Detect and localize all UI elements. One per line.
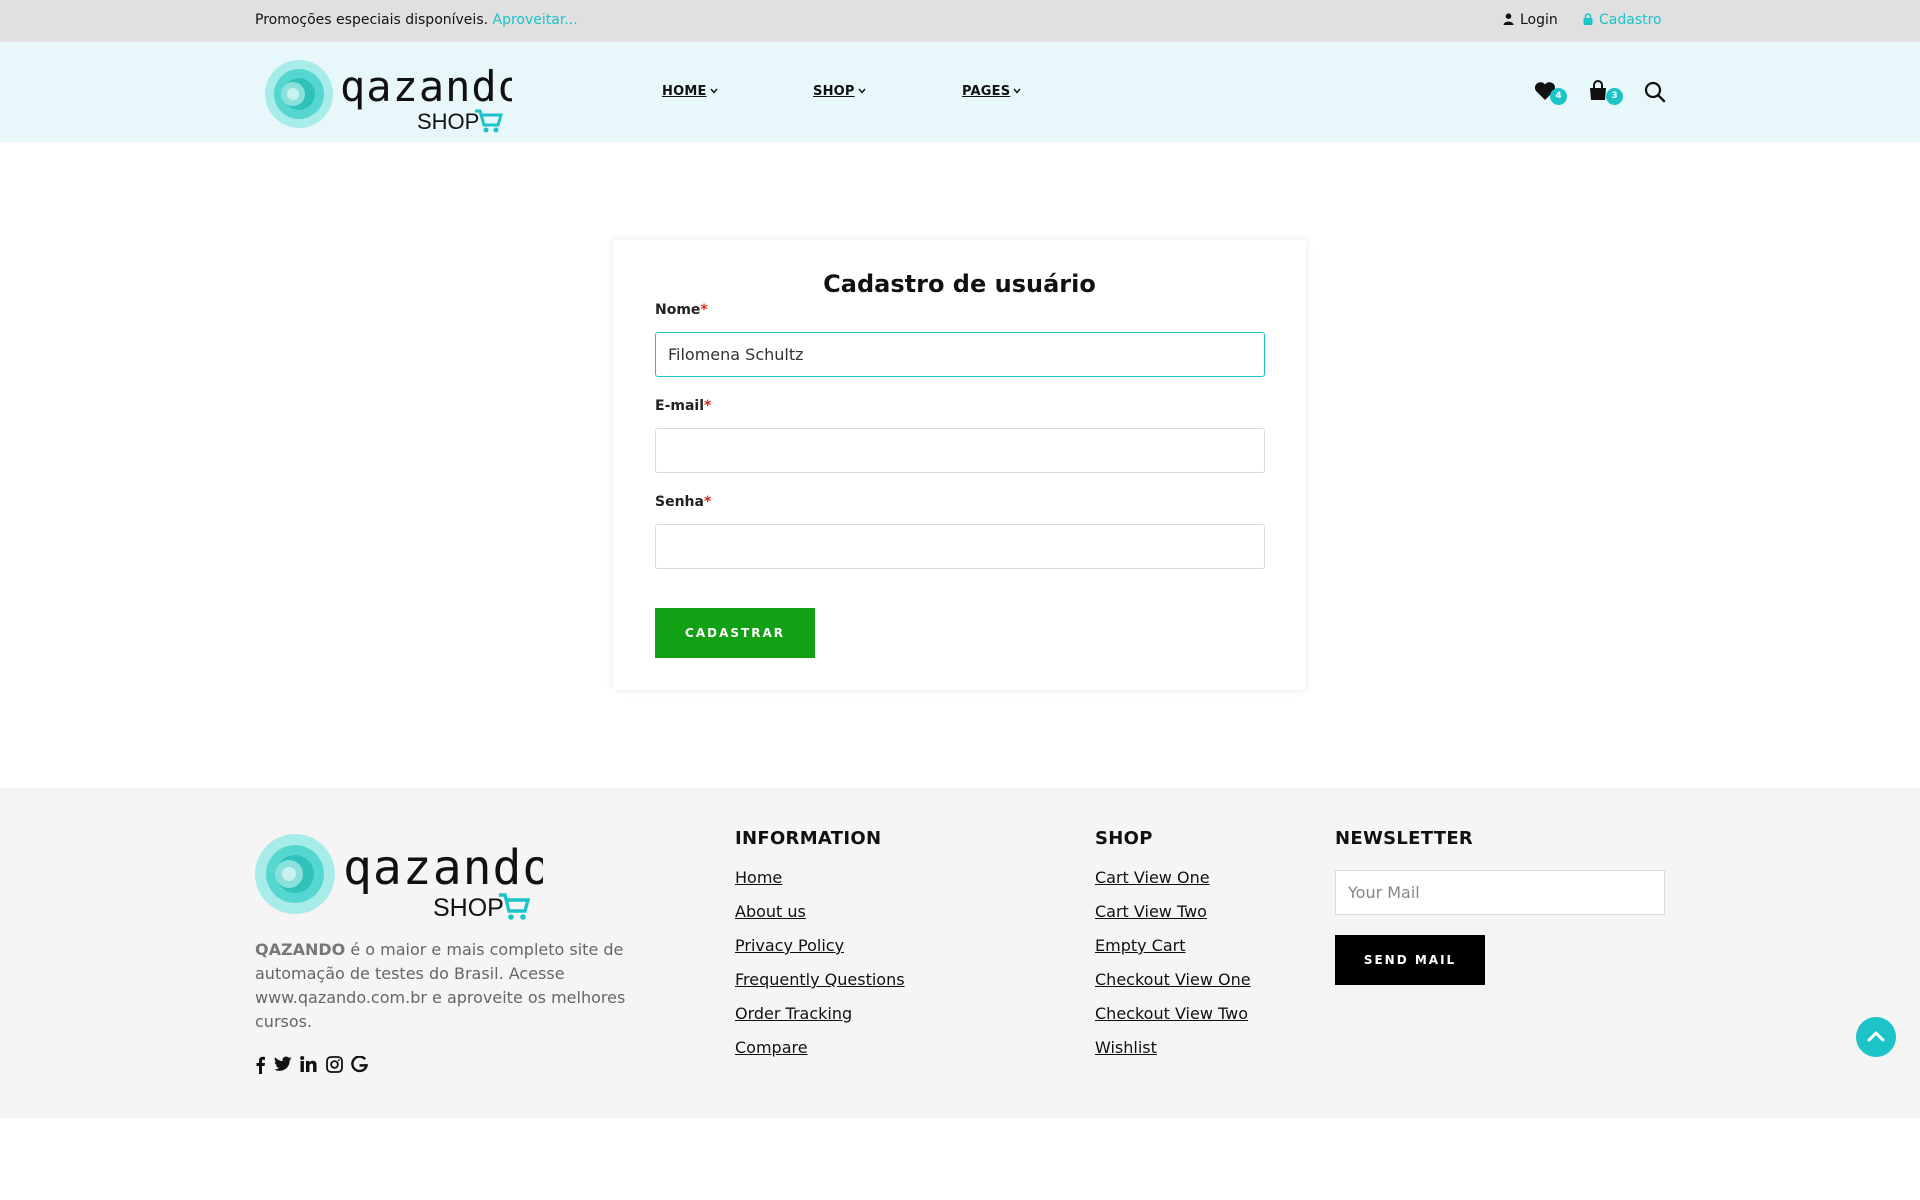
email-input[interactable] (655, 428, 1265, 473)
password-field-label: Senha* (655, 494, 711, 510)
facebook-link[interactable] (254, 1056, 274, 1076)
newsletter-heading: NEWSLETTER (1335, 828, 1474, 849)
password-label-text: Senha (655, 494, 704, 510)
instagram-icon (326, 1056, 343, 1073)
footer-link-cart-view-one[interactable]: Cart View One (1095, 868, 1210, 887)
footer-description: QAZANDO é o maior e mais completo site d… (255, 938, 645, 1034)
name-field-label: Nome* (655, 302, 708, 318)
linkedin-icon (300, 1056, 317, 1072)
footer-brand: QAZANDO (255, 940, 346, 959)
twitter-link[interactable] (274, 1056, 294, 1076)
footer-link-about-us[interactable]: About us (735, 902, 806, 921)
facebook-icon (256, 1056, 265, 1074)
information-heading: INFORMATION (735, 828, 882, 849)
footer-link-wishlist[interactable]: Wishlist (1095, 1038, 1157, 1057)
register-button[interactable]: CADASTRAR (655, 608, 815, 658)
promo-message: Promoções especiais disponíveis. Aprovei… (255, 12, 578, 28)
nav-home-label: HOME (662, 84, 707, 99)
chevron-up-icon (1867, 1031, 1885, 1042)
top-bar: Promoções especiais disponíveis. Aprovei… (0, 0, 1920, 42)
google-link[interactable] (351, 1055, 371, 1076)
footer-link-checkout-view-one[interactable]: Checkout View One (1095, 970, 1251, 989)
footer-link-checkout-view-two[interactable]: Checkout View Two (1095, 1004, 1248, 1023)
footer-logo[interactable]: qazando SHOP (253, 832, 551, 922)
nav-shop-label: SHOP (813, 84, 855, 99)
required-mark: * (704, 398, 712, 414)
svg-text:SHOP: SHOP (433, 894, 504, 922)
footer-link-home[interactable]: Home (735, 868, 782, 887)
footer-link-compare[interactable]: Compare (735, 1038, 808, 1057)
login-label: Login (1520, 12, 1558, 28)
site-footer: qazando SHOP QAZANDO é o maior e mais co… (0, 788, 1920, 1118)
twitter-icon (274, 1056, 292, 1071)
footer-link-empty-cart[interactable]: Empty Cart (1095, 936, 1186, 955)
newsletter-email-input[interactable] (1335, 870, 1665, 915)
linkedin-link[interactable] (300, 1056, 320, 1076)
chevron-down-icon (858, 88, 866, 94)
promo-link[interactable]: Aproveitar... (493, 12, 578, 28)
wishlist-count-badge: 4 (1550, 88, 1567, 105)
signup-link[interactable]: Cadastro (1583, 12, 1662, 28)
search-button[interactable] (1643, 80, 1669, 106)
required-mark: * (703, 494, 712, 510)
chevron-down-icon (1013, 88, 1021, 94)
name-label-text: Nome (655, 302, 701, 318)
qazando-logo-icon: qazando SHOP (265, 60, 523, 134)
shop-heading: SHOP (1095, 828, 1153, 849)
footer-link-privacy-policy[interactable]: Privacy Policy (735, 936, 844, 955)
user-icon (1503, 13, 1514, 25)
instagram-link[interactable] (326, 1056, 346, 1076)
required-mark: * (700, 302, 708, 318)
chevron-down-icon (710, 88, 718, 94)
login-link[interactable]: Login (1503, 12, 1558, 28)
scroll-to-top-button[interactable] (1856, 1017, 1896, 1057)
footer-link-faq[interactable]: Frequently Questions (735, 970, 905, 989)
qazando-logo-icon: qazando SHOP (255, 834, 551, 922)
google-icon (351, 1055, 369, 1073)
svg-text:qazando: qazando (343, 840, 543, 896)
nav-shop[interactable]: SHOP (813, 84, 866, 99)
cart-count-badge: 3 (1606, 88, 1623, 105)
registration-form-card: Cadastro de usuário Nome* E-mail* Senha*… (613, 240, 1306, 690)
send-mail-button[interactable]: SEND MAIL (1335, 935, 1485, 985)
search-icon (1644, 81, 1666, 103)
promo-text: Promoções especiais disponíveis. (255, 12, 489, 28)
site-logo[interactable]: qazando SHOP (262, 56, 523, 134)
footer-link-cart-view-two[interactable]: Cart View Two (1095, 902, 1207, 921)
svg-text:SHOP: SHOP (417, 109, 479, 134)
nav-pages-label: PAGES (962, 84, 1011, 99)
name-input[interactable] (655, 332, 1265, 377)
password-input[interactable] (655, 524, 1265, 569)
svg-text:qazando: qazando (340, 62, 512, 111)
form-title: Cadastro de usuário (823, 270, 1096, 298)
email-label-text: E-mail (655, 398, 705, 414)
email-field-label: E-mail* (655, 398, 711, 414)
signup-label: Cadastro (1599, 12, 1662, 28)
nav-pages[interactable]: PAGES (962, 84, 1021, 99)
nav-home[interactable]: HOME (662, 84, 718, 99)
lock-icon (1583, 13, 1593, 25)
footer-link-order-tracking[interactable]: Order Tracking (735, 1004, 852, 1023)
main-header: qazando SHOP HOME SHOP PAGES 4 3 (0, 42, 1920, 142)
